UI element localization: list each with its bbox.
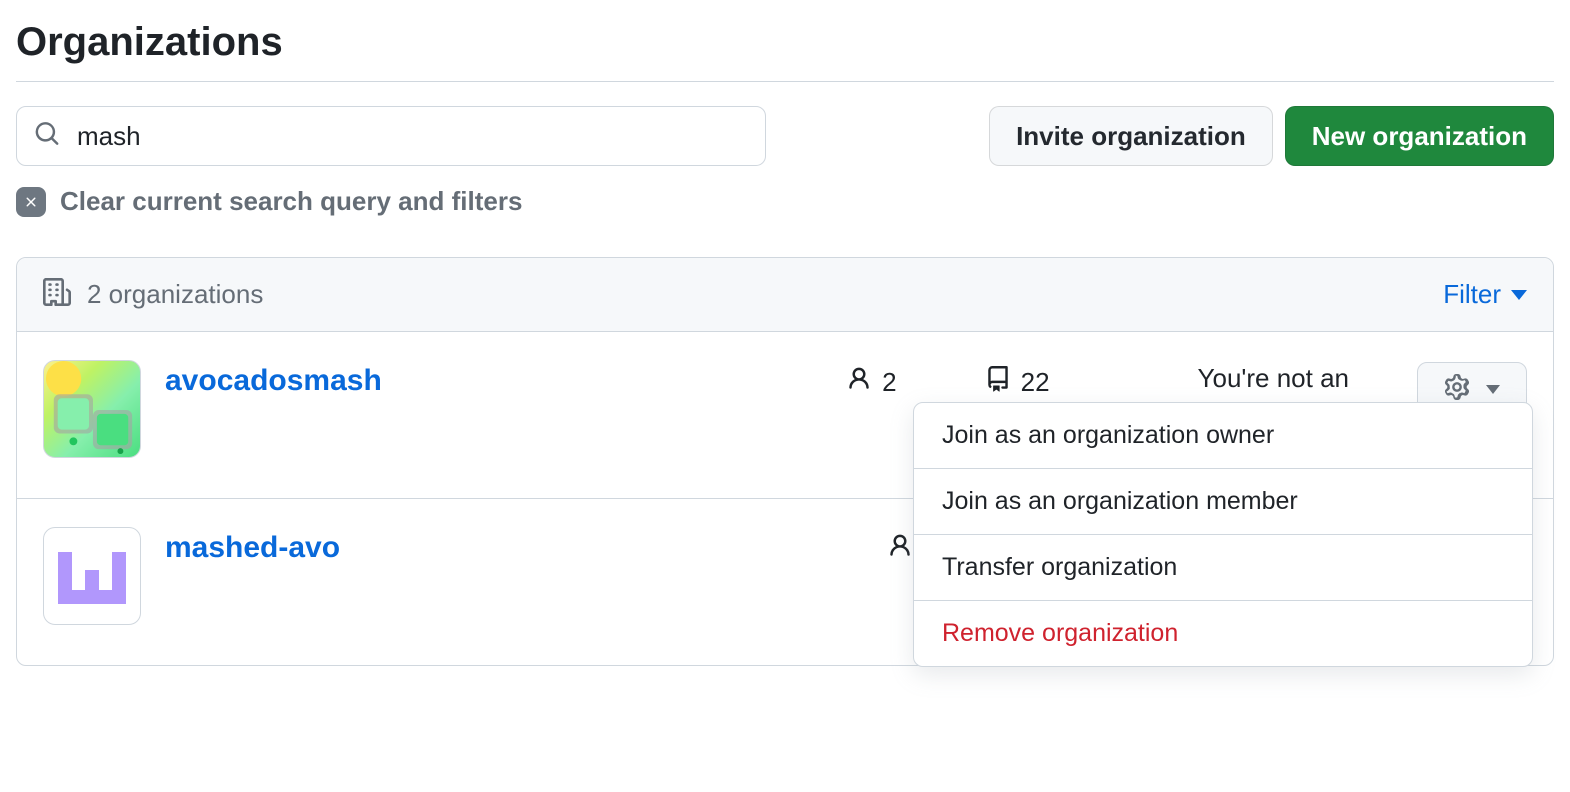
menu-item-transfer[interactable]: Transfer organization [914,535,1532,601]
organization-row: avocadosmash 2 22 You're not an organiza… [17,332,1553,499]
chevron-down-icon [1486,385,1500,394]
list-header: 2 organizations Filter [17,258,1553,332]
clear-search-row[interactable]: Clear current search query and filters [16,186,1554,217]
person-icon [887,533,913,566]
person-icon [846,366,872,399]
chevron-down-icon [1511,290,1527,300]
organizations-list: 2 organizations Filter avocadosmash [16,257,1554,666]
menu-item-join-member[interactable]: Join as an organization member [914,469,1532,535]
filter-label: Filter [1443,279,1501,310]
clear-search-label: Clear current search query and filters [60,186,522,217]
menu-item-join-owner[interactable]: Join as an organization owner [914,403,1532,469]
organization-count: 2 organizations [87,279,263,310]
organization-name-link[interactable]: avocadosmash [165,364,382,398]
toolbar: Invite organization New organization [16,106,1554,166]
invite-organization-button[interactable]: Invite organization [989,106,1273,166]
organization-name-link[interactable]: mashed-avo [165,531,340,565]
search-input[interactable] [16,106,766,166]
menu-item-remove[interactable]: Remove organization [914,601,1532,666]
organization-icon [43,278,71,311]
gear-icon [1444,374,1470,405]
search-icon [34,121,60,152]
people-count: 2 [882,367,896,398]
avatar[interactable] [43,360,141,458]
repo-icon [985,366,1011,399]
avatar[interactable] [43,527,141,625]
search-container [16,106,766,166]
people-stat[interactable]: 2 [846,366,896,399]
filter-dropdown[interactable]: Filter [1443,279,1527,310]
new-organization-button[interactable]: New organization [1285,106,1554,166]
organization-actions-menu: Join as an organization owner Join as an… [913,402,1533,667]
repos-stat[interactable]: 22 [985,366,1050,399]
page-title: Organizations [16,20,1554,82]
repos-count: 22 [1021,367,1050,398]
close-icon [16,187,46,217]
